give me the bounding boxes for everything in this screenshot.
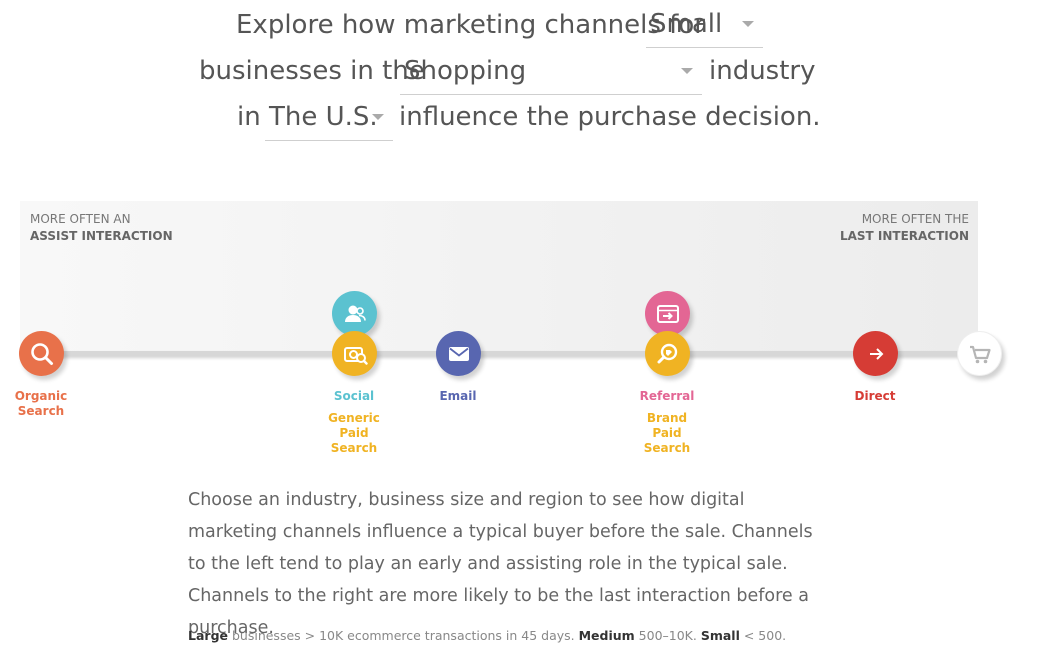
email-node[interactable] bbox=[436, 331, 481, 376]
size-footnote: Large businesses > 10K ecommerce transac… bbox=[188, 628, 786, 643]
industry-value: Shopping bbox=[404, 56, 527, 86]
chevron-down-icon bbox=[681, 68, 693, 74]
arrow-right-icon bbox=[869, 347, 883, 360]
footnote-large: Large bbox=[188, 628, 228, 643]
chevron-down-icon bbox=[742, 21, 754, 27]
headline-text-2b: industry bbox=[709, 56, 816, 86]
tag-search-icon bbox=[657, 343, 677, 363]
industry-select[interactable]: Shopping bbox=[400, 47, 702, 95]
email-label: Email bbox=[413, 389, 503, 404]
description-text: Choose an industry, business size and re… bbox=[188, 490, 813, 638]
generic-paid-search-label: Generic Paid Search bbox=[309, 411, 399, 456]
assist-label-bottom: ASSIST INTERACTION bbox=[30, 229, 173, 243]
organic-search-node[interactable] bbox=[19, 331, 64, 376]
generic-label-2: Paid bbox=[339, 426, 369, 440]
direct-label-text: Direct bbox=[854, 389, 896, 403]
footnote-small: Small bbox=[700, 628, 740, 643]
headline-text-3b: influence the purchase decision. bbox=[399, 102, 821, 132]
referral-label: Referral bbox=[622, 389, 712, 404]
brand-paid-search-label: Brand Paid Search bbox=[622, 411, 712, 456]
brand-label-1: Brand bbox=[646, 411, 688, 425]
headline-text-1: Explore how marketing channels for bbox=[236, 10, 705, 40]
referral-node[interactable] bbox=[645, 291, 690, 336]
timeline-track bbox=[40, 351, 980, 356]
purchase-node bbox=[957, 331, 1002, 376]
social-label-text: Social bbox=[333, 389, 375, 403]
headline-text-3: in bbox=[237, 102, 261, 132]
email-label-text: Email bbox=[439, 389, 477, 403]
browser-arrow-icon bbox=[656, 304, 679, 323]
chevron-down-icon bbox=[372, 114, 384, 120]
last-label-top: MORE OFTEN THE bbox=[861, 212, 969, 226]
generic-label-1: Generic bbox=[328, 411, 380, 425]
referral-label-text: Referral bbox=[639, 389, 695, 403]
footnote-medium-text: 500–10K. bbox=[634, 628, 701, 643]
brand-label-2: Paid bbox=[652, 426, 682, 440]
footnote-large-text: businesses > 10K ecommerce transactions … bbox=[228, 628, 579, 643]
organic-label-1: Organic bbox=[14, 389, 68, 403]
people-icon bbox=[344, 305, 366, 322]
direct-label: Direct bbox=[830, 389, 920, 404]
social-label: Social bbox=[309, 389, 399, 404]
region-select[interactable]: The U.S. bbox=[265, 93, 393, 141]
business-size-value: Small bbox=[650, 9, 723, 39]
last-label-bottom: LAST INTERACTION bbox=[839, 229, 969, 243]
generic-label-3: Search bbox=[330, 441, 378, 455]
envelope-icon bbox=[448, 346, 469, 361]
organic-search-label: Organic Search bbox=[0, 389, 86, 419]
region-value: The U.S. bbox=[269, 102, 378, 132]
generic-paid-search-node[interactable] bbox=[332, 331, 377, 376]
search-icon bbox=[30, 342, 53, 365]
last-label: MORE OFTEN THE LAST INTERACTION bbox=[840, 211, 969, 245]
brand-label-3: Search bbox=[643, 441, 691, 455]
footnote-small-text: < 500. bbox=[739, 628, 787, 643]
assist-label-top: MORE OFTEN AN bbox=[30, 212, 131, 226]
business-size-select[interactable]: Small bbox=[646, 0, 763, 48]
assist-label: MORE OFTEN AN ASSIST INTERACTION bbox=[30, 211, 173, 245]
shopping-cart-icon bbox=[969, 345, 991, 363]
search-dollar-icon bbox=[343, 346, 368, 365]
direct-node[interactable] bbox=[853, 331, 898, 376]
brand-paid-search-node[interactable] bbox=[645, 331, 690, 376]
social-node[interactable] bbox=[332, 291, 377, 336]
headline-text-2: businesses in the bbox=[199, 56, 425, 86]
organic-label-2: Search bbox=[17, 404, 65, 418]
footnote-medium: Medium bbox=[578, 628, 635, 643]
